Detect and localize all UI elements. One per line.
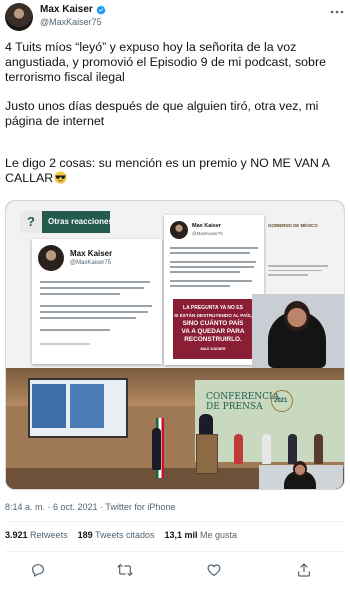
display-screen-content — [70, 384, 104, 428]
card2-text-line — [170, 252, 250, 254]
card2-author-handle: @MaxKaiser75 — [192, 231, 223, 236]
podium — [196, 434, 218, 474]
card1-text-line — [40, 281, 150, 283]
tweet-media-image[interactable]: ? Otras reacciones Max Kaiser @MaxKaiser… — [5, 200, 345, 490]
attendee-figure — [262, 434, 271, 464]
attendee-figure — [314, 434, 323, 464]
card1-author-handle: @MaxKaiser75 — [70, 260, 112, 266]
display-screen-content — [32, 384, 66, 428]
card1-author-name: Max Kaiser — [70, 249, 113, 258]
likes-stat[interactable]: 13,1 mil Me gusta — [164, 530, 237, 540]
tweet-text-paragraph-1: 4 Tuits míos “leyó” y expuso hoy la seño… — [5, 40, 326, 84]
more-options-icon[interactable] — [330, 7, 344, 17]
logo-caption-line — [268, 269, 322, 271]
card2-text-line — [170, 261, 256, 263]
retweets-label: Retweets — [30, 530, 68, 540]
quotes-count: 189 — [77, 530, 93, 540]
tweet-header: Max Kaiser @MaxKaiser75 — [0, 0, 350, 34]
logo-caption-line — [268, 274, 308, 276]
tweet-timestamp[interactable]: 8:14 a. m. · 6 oct. 2021 · Twitter for i… — [5, 502, 175, 512]
author-name[interactable]: Max Kaiser — [40, 4, 93, 15]
card2-text-line — [170, 280, 252, 282]
quote-graphic: LA PREGUNTA YA NO ES SI ESTÁN DESTRUYEND… — [173, 299, 253, 359]
card1-avatar — [38, 245, 64, 271]
divider — [5, 521, 345, 522]
tweet-screenshot-card-1: Max Kaiser @MaxKaiser75 — [32, 239, 162, 364]
card1-text-line — [40, 317, 136, 319]
author-handle[interactable]: @MaxKaiser75 — [40, 17, 102, 27]
logo-caption-lines — [268, 263, 334, 276]
quote-line: SINO CUÁNTO PAÍS — [182, 320, 244, 327]
card1-text-line — [40, 287, 144, 289]
question-mark-icon: ? — [20, 211, 42, 233]
quote-line: LA PREGUNTA YA NO ES — [183, 305, 243, 311]
share-icon[interactable] — [296, 562, 312, 578]
card1-text-line — [40, 311, 148, 313]
year-label: 2021 — [274, 398, 288, 404]
like-icon[interactable] — [206, 562, 222, 578]
attendee-figure — [152, 428, 161, 470]
card2-text-line — [170, 285, 230, 287]
action-bar — [0, 558, 350, 613]
card1-text-line — [40, 343, 90, 345]
card2-author-name: Max Kaiser — [192, 223, 222, 229]
quotes-label: Tweets citados — [94, 530, 155, 540]
engagement-stats: 3.921 Retweets 189 Tweets citados 13,1 m… — [5, 530, 237, 540]
card1-text-line — [40, 329, 110, 331]
attendee-figure — [288, 434, 297, 464]
government-logo: GOBIERNO DE MÉXICO — [268, 223, 318, 228]
conference-title: CONFERENCIA DE PRENSA — [206, 392, 279, 412]
author-name-row[interactable]: Max Kaiser — [40, 4, 106, 15]
quote-author: MAX KAISER — [200, 346, 226, 351]
card1-text-line — [40, 305, 152, 307]
reply-icon[interactable] — [30, 562, 46, 578]
logo-caption-line — [268, 265, 328, 267]
retweets-stat[interactable]: 3.921 Retweets — [5, 530, 68, 540]
divider — [5, 551, 345, 552]
quote-line: VA A QUEDAR PARA — [181, 328, 245, 335]
verified-badge-icon — [96, 5, 106, 15]
conference-title-line-2: DE PRENSA — [206, 402, 263, 412]
interpreter-inset-head — [293, 461, 307, 477]
likes-label: Me gusta — [200, 530, 238, 540]
sunglasses-emoji-icon — [54, 171, 67, 184]
card1-text-line — [40, 293, 120, 295]
attendee-figure — [234, 434, 243, 464]
retweet-icon[interactable] — [117, 562, 133, 578]
sign-interpreter-head — [284, 301, 310, 331]
card2-avatar — [170, 221, 188, 239]
author-avatar[interactable] — [5, 3, 33, 31]
conference-title-line-1: CONFERENCIA — [206, 392, 280, 402]
quote-tweets-stat[interactable]: 189 Tweets citados — [78, 530, 155, 540]
card2-text-line — [170, 266, 254, 268]
card2-text-line — [170, 247, 258, 249]
retweets-count: 3.921 — [5, 530, 28, 540]
quote-line: SI ESTÁN DESTRUYENDO AL PAÍS, — [174, 313, 252, 318]
quote-line: RECONSTRUIRLO. — [184, 336, 242, 343]
reactions-tag-label: Otras reacciones — [48, 217, 113, 226]
tweet-text-paragraph-2: Justo unos días después de que alguien t… — [5, 99, 319, 128]
media-panel-reactions: ? Otras reacciones Max Kaiser @MaxKaiser… — [6, 201, 344, 368]
card2-text-line — [170, 271, 240, 273]
tweet-text-paragraph-3: Le digo 2 cosas: su mención es un premio… — [5, 156, 345, 186]
likes-count: 13,1 mil — [164, 530, 198, 540]
speaker-figure — [199, 414, 213, 436]
